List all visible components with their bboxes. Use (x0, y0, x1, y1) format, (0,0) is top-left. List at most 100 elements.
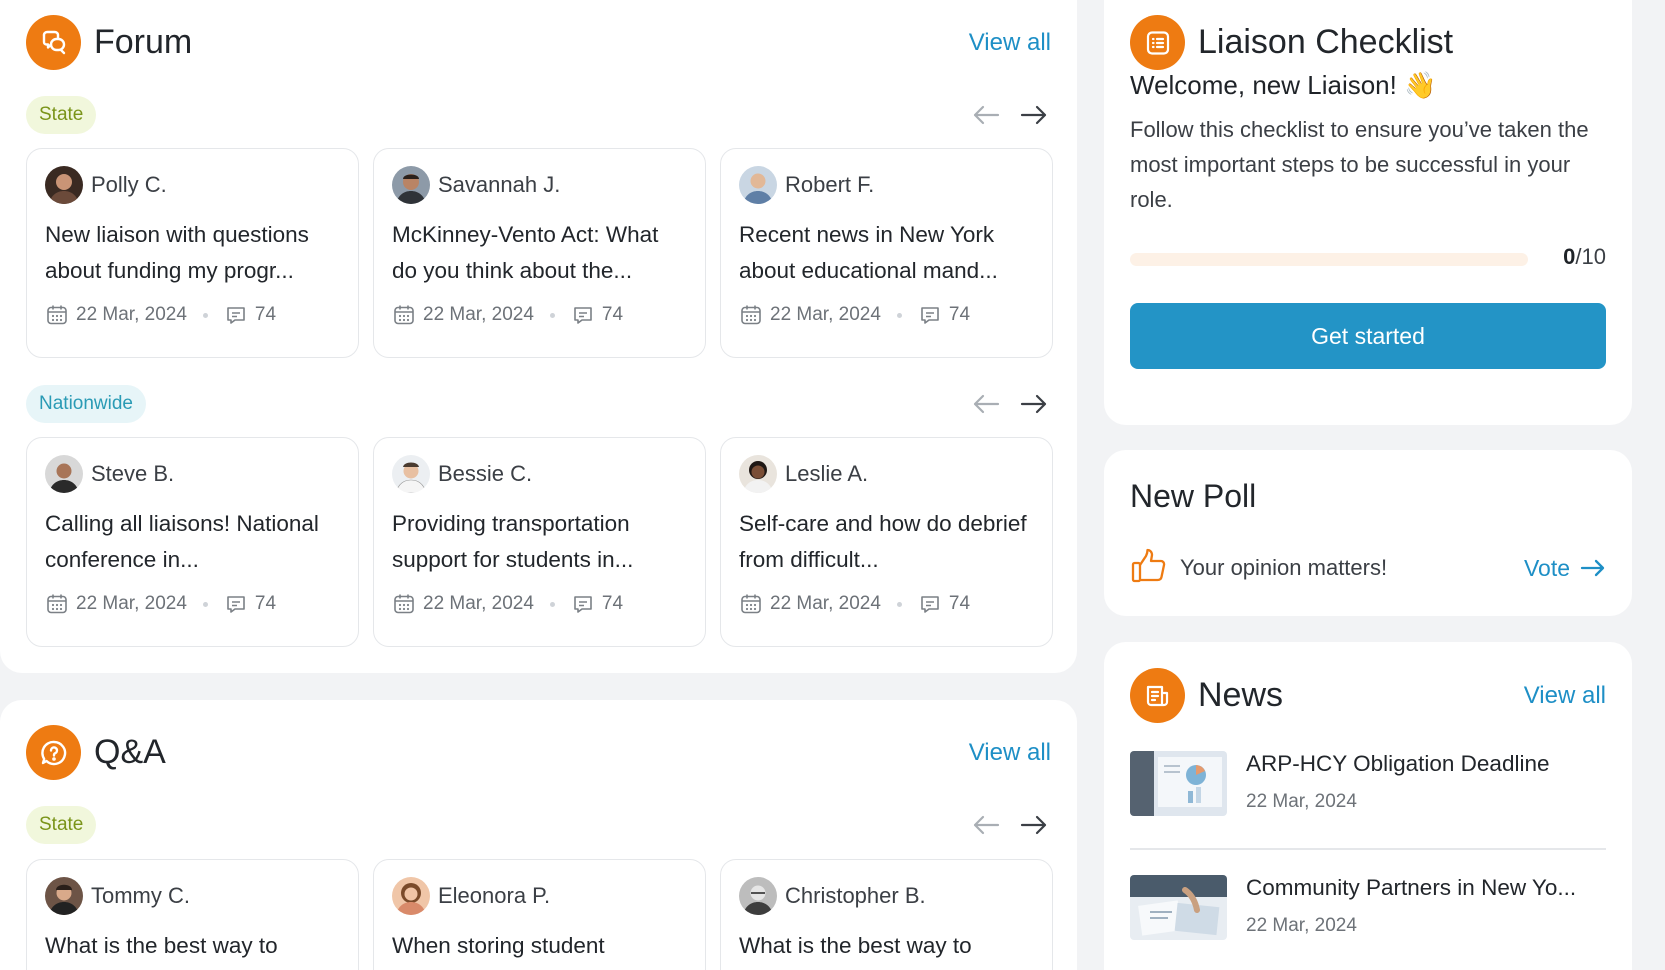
comment-icon (571, 592, 595, 616)
post-date: 22 Mar, 2024 (423, 593, 534, 614)
news-date: 22 Mar, 2024 (1246, 915, 1357, 936)
avatar (392, 455, 430, 493)
post-date: 22 Mar, 2024 (770, 593, 881, 614)
news-title: News (1198, 676, 1284, 714)
avatar (392, 877, 430, 915)
qa-header: Q&A View all (26, 725, 1051, 780)
progress-label: 0/10 (1563, 244, 1606, 269)
calendar-icon (392, 303, 416, 327)
qa-cards: Tommy C. What is the best way to Eleonor… (26, 859, 1053, 970)
author-name: Bessie C. (438, 461, 533, 486)
poll-panel: New Poll Your opinion matters! Vote (1104, 450, 1632, 616)
forum-view-all-link[interactable]: View all (969, 29, 1051, 57)
forum-post-card[interactable]: Robert F. Recent news in New York about … (720, 148, 1053, 358)
forum-nationwide-row: Nationwide (26, 385, 1051, 423)
prev-arrow-icon[interactable] (969, 98, 1003, 132)
meta-separator (549, 601, 555, 607)
news-title-text: Community Partners in New Yo... (1246, 875, 1577, 900)
meta-separator (549, 312, 555, 318)
forum-post-card[interactable]: Polly C. New liaison with questions abou… (26, 148, 359, 358)
prev-arrow-icon[interactable] (969, 387, 1003, 421)
vote-link[interactable]: Vote (1524, 555, 1606, 582)
forum-state-cards: Polly C. New liaison with questions abou… (26, 148, 1053, 358)
checklist-description: Follow this checklist to ensure you’ve t… (1130, 117, 1589, 212)
comment-count: 74 (601, 304, 624, 325)
forum-state-row: State (26, 96, 1051, 134)
qa-title: Q&A (94, 733, 166, 771)
question-icon (26, 725, 81, 780)
forum-post-card[interactable]: Steve B. Calling all liaisons! National … (26, 437, 359, 647)
avatar (739, 455, 777, 493)
qa-post-card[interactable]: Christopher B. What is the best way to (720, 859, 1053, 970)
prev-arrow-icon[interactable] (969, 808, 1003, 842)
post-title: Providing transportation support for stu… (392, 511, 634, 572)
comment-count: 74 (948, 304, 971, 325)
author-name: Polly C. (91, 172, 167, 197)
author-name: Christopher B. (785, 883, 926, 908)
forum-post-card[interactable]: Savannah J. McKinney-Vento Act: What do … (373, 148, 706, 358)
calendar-icon (45, 303, 69, 327)
comment-icon (224, 303, 248, 327)
post-title: New liaison with questions about funding… (45, 222, 309, 283)
comment-icon (918, 592, 942, 616)
avatar (45, 455, 83, 493)
avatar (739, 166, 777, 204)
avatar (45, 166, 83, 204)
forum-nationwide-cards: Steve B. Calling all liaisons! National … (26, 437, 1053, 647)
comment-icon (918, 303, 942, 327)
author-name: Tommy C. (91, 883, 190, 908)
checklist-title: Liaison Checklist (1198, 23, 1454, 61)
comment-icon (571, 303, 595, 327)
forum-header: Forum View all (26, 15, 1051, 70)
comment-count: 74 (254, 304, 277, 325)
next-arrow-icon[interactable] (1017, 387, 1051, 421)
next-arrow-icon[interactable] (1017, 808, 1051, 842)
news-date: 22 Mar, 2024 (1246, 791, 1357, 812)
thumbs-up-icon (1130, 546, 1170, 591)
welcome-heading: Welcome, new Liaison! 👋 (1130, 70, 1437, 100)
meta-separator (896, 312, 902, 318)
news-header: News View all (1130, 668, 1606, 723)
checklist-header: Liaison Checklist (1130, 15, 1606, 70)
divider (1130, 848, 1606, 850)
forum-post-card[interactable]: Bessie C. Providing transportation suppo… (373, 437, 706, 647)
comment-count: 74 (254, 593, 277, 614)
checklist-icon (1130, 15, 1185, 70)
post-date: 22 Mar, 2024 (770, 304, 881, 325)
forum-title: Forum (94, 23, 193, 61)
meta-separator (202, 312, 208, 318)
next-arrow-icon[interactable] (1017, 98, 1051, 132)
forum-panel: Forum View all State Polly C. New liaiso… (0, 0, 1077, 673)
author-name: Savannah J. (438, 172, 561, 197)
news-thumbnail (1130, 751, 1227, 816)
qa-post-card[interactable]: Tommy C. What is the best way to (26, 859, 359, 970)
qa-panel: Q&A View all State Tommy C. What is the … (0, 700, 1077, 970)
qa-post-card[interactable]: Eleonora P. When storing student (373, 859, 706, 970)
author-name: Robert F. (785, 172, 875, 197)
checklist-progress-bar (1130, 253, 1528, 266)
post-title: Recent news in New York about educationa… (739, 222, 998, 283)
post-date: 22 Mar, 2024 (76, 304, 187, 325)
post-title: What is the best way to (45, 933, 278, 958)
post-title: Calling all liaisons! National conferenc… (45, 511, 319, 572)
meta-separator (896, 601, 902, 607)
news-item[interactable]: ARP-HCY Obligation Deadline 22 Mar, 2024 (1130, 739, 1606, 849)
avatar (45, 877, 83, 915)
checklist-panel: Liaison Checklist Welcome, new Liaison! … (1104, 0, 1632, 425)
news-title-text: ARP-HCY Obligation Deadline (1246, 751, 1550, 776)
author-name: Steve B. (91, 461, 175, 486)
state-tag: State (26, 806, 97, 844)
arrow-right-icon (1580, 559, 1606, 577)
comment-count: 74 (601, 593, 624, 614)
author-name: Leslie A. (785, 461, 869, 486)
avatar (739, 877, 777, 915)
get-started-button[interactable]: Get started (1130, 303, 1606, 369)
calendar-icon (739, 592, 763, 616)
qa-view-all-link[interactable]: View all (969, 739, 1051, 767)
poll-text: Your opinion matters! (1180, 555, 1388, 580)
meta-separator (202, 601, 208, 607)
post-title: McKinney-Vento Act: What do you think ab… (392, 222, 659, 283)
news-view-all-link[interactable]: View all (1524, 682, 1606, 710)
forum-post-card[interactable]: Leslie A. Self-care and how do debrief f… (720, 437, 1053, 647)
news-item[interactable]: Community Partners in New Yo... 22 Mar, … (1130, 863, 1606, 970)
